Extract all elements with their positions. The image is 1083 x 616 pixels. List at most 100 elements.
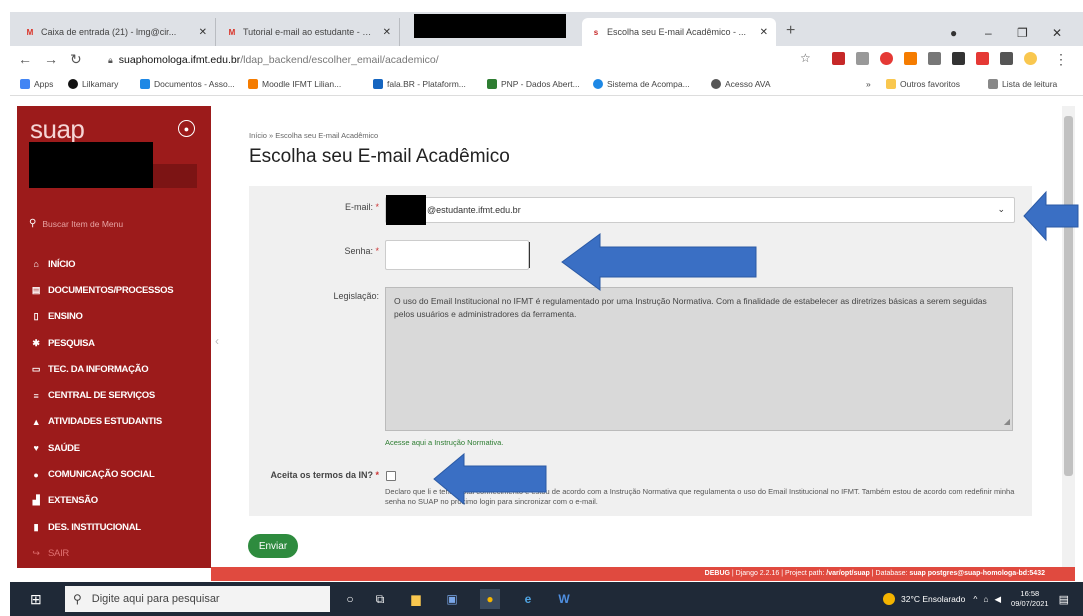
menu-search-input[interactable]: ⚲ Buscar Item de Menu [29, 218, 199, 229]
windows-start-icon[interactable]: ⊞ [30, 591, 42, 608]
extension-icon[interactable] [952, 52, 965, 65]
back-icon[interactable]: ← [18, 51, 32, 67]
extension-icon[interactable] [880, 52, 893, 65]
restore-icon[interactable]: ❐ [1017, 26, 1028, 40]
bookmark-lista-leitura[interactable]: Lista de leitura [988, 79, 1057, 89]
close-window-icon[interactable]: ✕ [1052, 26, 1062, 40]
volume-icon[interactable]: ◀ [995, 594, 1002, 605]
sidebar-item-atividades-estudantis[interactable]: ▲ ATIVIDADES ESTUDANTIS [29, 409, 209, 435]
extension-icon[interactable] [976, 52, 989, 65]
bookmark-lilkamary[interactable]: Lilkamary [68, 79, 118, 89]
notifications-icon[interactable]: ▤ [1059, 593, 1069, 606]
weather-text[interactable]: 32°C Ensolarado [901, 594, 965, 604]
bookmark-sistema[interactable]: Sistema de Acompa... [593, 79, 690, 89]
password-label: Senha: * [344, 246, 379, 256]
sidebar-item-extensao[interactable]: ▟ EXTENSÃO [29, 488, 209, 514]
star-icon[interactable]: ☆ [800, 51, 811, 65]
tray-chevron-icon[interactable]: ^ [973, 594, 977, 604]
menu-dots-icon[interactable]: ⋮ [1054, 51, 1068, 68]
minimize-icon[interactable]: – [985, 26, 992, 40]
puzzle-icon[interactable] [1000, 52, 1013, 65]
annotation-arrow-password [561, 233, 757, 291]
instrucao-normativa-link[interactable]: Acesse aqui a Instrução Normativa. [385, 438, 503, 447]
close-icon[interactable]: ✕ [760, 27, 768, 38]
sidebar-item-sair[interactable]: ↪ SAIR [29, 540, 209, 566]
bookmark-outros[interactable]: Outros favoritos [886, 79, 960, 89]
legislation-label: Legislação: [333, 291, 379, 301]
sidebar-item-inicio[interactable]: ⌂ INÍCIO [29, 251, 209, 277]
moodle-icon [248, 79, 258, 89]
notification-bell-icon[interactable]: ● [178, 120, 195, 137]
sidebar-item-ensino[interactable]: ▯ ENSINO [29, 304, 209, 330]
scroll-thumb[interactable] [1064, 116, 1073, 476]
page-title: Escolha seu E-mail Acadêmico [249, 146, 510, 167]
legislation-textarea[interactable]: O uso do Email Institucional no IFMT é r… [385, 287, 1013, 431]
github-icon [68, 79, 78, 89]
close-icon[interactable]: ✕ [383, 27, 391, 38]
extension-icon[interactable] [928, 52, 941, 65]
address-bar: ← → ↻ 🔒︎ suaphomologa.ifmt.edu.br/ldap_b… [10, 46, 1083, 74]
sidebar-item-comunicacao-social[interactable]: ● COMUNICAÇÃO SOCIAL [29, 461, 209, 487]
sidebar-item-central-servicos[interactable]: ≡ CENTRAL DE SERVIÇOS [29, 382, 209, 408]
sidebar-item-des-institucional[interactable]: ▮ DES. INSTITUCIONAL [29, 514, 209, 540]
forward-icon[interactable]: → [44, 51, 58, 67]
close-icon[interactable]: ✕ [199, 27, 207, 38]
store-icon[interactable]: ▣ [442, 589, 462, 609]
sidebar-menu: ⌂ INÍCIO ▤ DOCUMENTOS/PROCESSOS ▯ ENSINO ✱ P… [29, 251, 209, 567]
bookmark-documentos[interactable]: Documentos - Asso... [140, 79, 235, 89]
collapse-sidebar-icon[interactable]: ‹ [215, 334, 219, 348]
sidebar-item-documentos[interactable]: ▤ DOCUMENTOS/PROCESSOS [29, 277, 209, 303]
debug-bar: DEBUG | Django 2.2.16 | Project path: /v… [211, 567, 1075, 581]
sidebar-item-pesquisa[interactable]: ✱ PESQUISA [29, 330, 209, 356]
profile-icon[interactable]: ● [950, 26, 957, 40]
sidebar: suap ● ⚲ Buscar Item de Menu ⌂ INÍCIO ▤ DO… [17, 106, 211, 568]
extension-icon[interactable] [904, 52, 917, 65]
lock-icon: 🔒︎ [108, 54, 113, 65]
email-label: E-mail: * [344, 202, 379, 212]
cortana-icon[interactable]: ○ [340, 589, 360, 609]
url-field[interactable]: 🔒︎ suaphomologa.ifmt.edu.br/ldap_backend… [108, 50, 828, 70]
bar-chart-icon: ▮ [33, 521, 39, 532]
building-icon: ▟ [32, 495, 40, 506]
network-icon[interactable]: ⌂ [983, 594, 988, 604]
task-view-icon[interactable]: ⧉ [370, 589, 390, 609]
extension-icon[interactable] [832, 52, 845, 65]
password-input[interactable] [385, 240, 529, 270]
bookmark-acesso-ava[interactable]: Acesso AVA [711, 79, 771, 89]
tab-tutorial[interactable]: M Tutorial e-mail ao estudante - Ei... ✕ [218, 18, 400, 46]
redacted-tab [414, 14, 566, 38]
file-explorer-icon[interactable]: ▆ [406, 589, 426, 609]
chat-icon: ● [33, 469, 39, 480]
reload-icon[interactable]: ↻ [70, 51, 82, 68]
bookmark-apps[interactable]: Apps [20, 79, 53, 89]
taskbar-search-input[interactable]: ⚲ Digite aqui para pesquisar [65, 586, 330, 612]
bookmark-falabr[interactable]: fala.BR - Plataform... [373, 79, 466, 89]
avatar[interactable] [1024, 52, 1037, 65]
sidebar-item-saude[interactable]: ♥ SAÚDE [29, 435, 209, 461]
edge-icon[interactable]: e [518, 589, 538, 609]
tab-gmail[interactable]: M Caixa de entrada (21) - lmg@cir... ✕ [16, 18, 216, 46]
gmail-icon: M [228, 27, 236, 37]
extension-icon[interactable] [856, 52, 869, 65]
tab-escolha-email[interactable]: s Escolha seu E-mail Acadêmico - ... ✕ [582, 18, 776, 46]
submit-button[interactable]: Enviar [248, 534, 298, 558]
home-icon: ⌂ [33, 259, 39, 270]
chrome-icon[interactable]: ● [480, 589, 500, 609]
page-scrollbar[interactable] [1062, 106, 1075, 567]
breadcrumb[interactable]: Início » Escolha seu E-mail Acadêmico [249, 131, 378, 140]
word-icon[interactable]: W [554, 589, 574, 609]
new-tab-button[interactable]: + [786, 22, 795, 40]
exit-icon: ↪ [32, 547, 40, 558]
suap-logo[interactable]: suap [30, 114, 85, 145]
resize-handle-icon[interactable]: ◢ [1004, 415, 1010, 428]
terms-checkbox[interactable] [386, 471, 396, 481]
email-select[interactable]: @estudante.ifmt.edu.br ⌄ [385, 195, 1015, 225]
bookmarks-more-icon[interactable]: » [866, 79, 871, 89]
list-icon: ≡ [33, 390, 39, 401]
sidebar-item-tec-informacao[interactable]: ▭ TEC. DA INFORMAÇÃO [29, 356, 209, 382]
bookmark-pnp[interactable]: PNP - Dados Abert... [487, 79, 580, 89]
reading-list-icon [988, 79, 998, 89]
text-cursor [529, 242, 530, 268]
clock[interactable]: 16:58 09/07/2021 [1011, 589, 1049, 609]
bookmark-moodle[interactable]: Moodle IFMT Lilian... [248, 79, 341, 89]
